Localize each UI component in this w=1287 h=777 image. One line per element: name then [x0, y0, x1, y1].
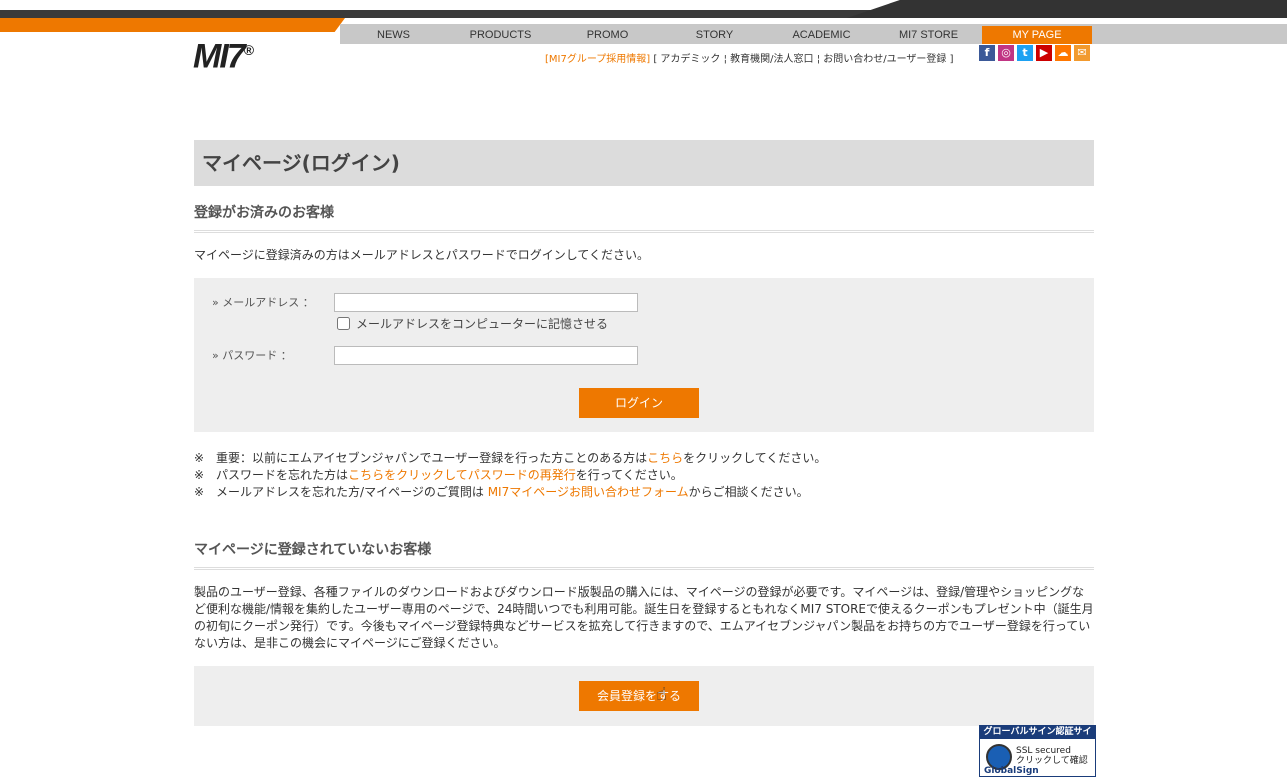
- nav-my-page[interactable]: MY PAGE: [982, 26, 1092, 44]
- notes: ※ 重要：以前にエムアイセブンジャパンでユーザー登録を行った方ことのある方はこち…: [194, 450, 1094, 501]
- social-icons: f ◎ t ▶ ☁ ✉: [979, 45, 1090, 61]
- seal-click-line: クリックして確認: [1016, 756, 1088, 766]
- top-right-dark-band: [847, 0, 1287, 18]
- register-area: 会員登録をする: [194, 666, 1094, 726]
- recruit-link[interactable]: [MI7グループ採用情報]: [545, 54, 650, 65]
- top-bar: [0, 0, 1287, 18]
- mail-icon[interactable]: ✉: [1074, 45, 1090, 61]
- note-line: ※ 重要：以前にエムアイセブンジャパンでユーザー登録を行った方ことのある方はこち…: [194, 450, 1094, 467]
- old-user-link[interactable]: こちら: [647, 451, 683, 465]
- unregistered-description: 製品のユーザー登録、各種ファイルのダウンロードおよびダウンロード版製品の購入には…: [194, 585, 1094, 650]
- register-button[interactable]: 会員登録をする: [579, 681, 699, 711]
- remember-email-option[interactable]: メールアドレスをコンピューターに記憶させる: [337, 315, 608, 332]
- seal-ssl-line: SSL secured: [1016, 746, 1071, 756]
- nav-academic[interactable]: ACADEMIC: [768, 26, 875, 44]
- logo-registered-mark: ®: [243, 42, 254, 58]
- registered-intro: マイページに登録済みの方はメールアドレスとパスワードでログインしてください。: [194, 248, 650, 262]
- note-line: ※ パスワードを忘れた方はこちらをクリックしてパスワードの再発行を行ってください…: [194, 467, 1094, 484]
- sub-links: [MI7グループ採用情報] [ アカデミック ¦ 教育機関/法人窓口 ¦ お問い…: [545, 50, 954, 65]
- soundcloud-icon[interactable]: ☁: [1055, 45, 1071, 61]
- page-title: マイページ(ログイン): [194, 140, 1094, 186]
- main-content: マイページ(ログイン) 登録がお済みのお客様 マイページに登録済みの方はメールア…: [194, 140, 1094, 726]
- remember-email-label: メールアドレスをコンピューターに記憶させる: [356, 317, 609, 331]
- login-form: » メールアドレス ： メールアドレスをコンピューターに記憶させる » パスワー…: [194, 278, 1094, 432]
- note-text: をクリックしてください。: [683, 451, 827, 465]
- remember-email-checkbox[interactable]: [337, 317, 350, 330]
- password-field[interactable]: [334, 346, 638, 365]
- logo[interactable]: MI7®: [193, 33, 254, 76]
- unregistered-heading: マイページに登録されていないお客様: [194, 539, 1094, 570]
- email-field[interactable]: [334, 293, 638, 312]
- nav-mi7-store[interactable]: MI7 STORE: [875, 26, 982, 44]
- ssl-seal[interactable]: グローバルサイン認証サイト SSL secured クリックして確認 Globa…: [979, 725, 1096, 777]
- nav-promo[interactable]: PROMO: [554, 26, 661, 44]
- note-line: ※ メールアドレスを忘れた方/マイページのご質問は MI7マイページお問い合わせ…: [194, 484, 1094, 501]
- login-button[interactable]: ログイン: [579, 388, 699, 418]
- hand-cursor-icon: ☝: [656, 684, 667, 705]
- note-text: ※ パスワードを忘れた方は: [194, 468, 349, 482]
- facebook-icon[interactable]: f: [979, 45, 995, 61]
- orange-accent-stripe: [0, 18, 345, 32]
- instagram-icon[interactable]: ◎: [998, 45, 1014, 61]
- logo-text: MI7: [193, 37, 246, 76]
- twitter-icon[interactable]: t: [1017, 45, 1033, 61]
- nav-story[interactable]: STORY: [661, 26, 768, 44]
- email-label: » メールアドレス ：: [212, 296, 314, 309]
- seal-ssl-text: SSL secured クリックして確認: [1016, 746, 1088, 766]
- sub-links-rest[interactable]: [ アカデミック ¦ 教育機関/法人窓口 ¦ お問い合わせ/ユーザー登録 ]: [650, 54, 953, 65]
- seal-title: グローバルサイン認証サイト: [980, 726, 1095, 750]
- note-text: ※ 重要：以前にエムアイセブンジャパンでユーザー登録を行った方ことのある方は: [194, 451, 648, 465]
- main-nav: NEWS PRODUCTS PROMO STORY ACADEMIC MI7 S…: [340, 26, 1092, 44]
- contact-form-link[interactable]: MI7マイページお問い合わせフォーム: [488, 485, 689, 499]
- note-text: ※ メールアドレスを忘れた方/マイページのご質問は: [194, 485, 488, 499]
- registered-heading: 登録がお済みのお客様: [194, 202, 1094, 233]
- nav-news[interactable]: NEWS: [340, 26, 447, 44]
- nav-products[interactable]: PRODUCTS: [447, 26, 554, 44]
- note-text: からご相談ください。: [688, 485, 809, 499]
- note-text: を行ってください。: [575, 468, 683, 482]
- password-label: » パスワード ：: [212, 349, 292, 362]
- youtube-icon[interactable]: ▶: [1036, 45, 1052, 61]
- reset-password-link[interactable]: こちらをクリックしてパスワードの再発行: [348, 468, 576, 482]
